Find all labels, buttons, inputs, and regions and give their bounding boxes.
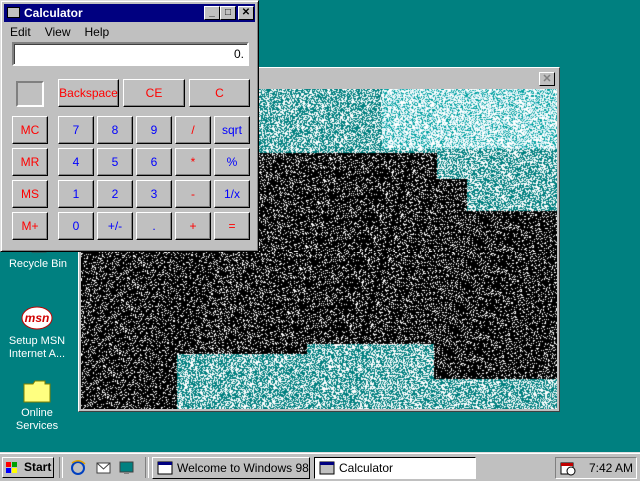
calculator-titlebar[interactable]: Calculator _ □ ✕ (4, 4, 255, 22)
scheduler-icon[interactable] (560, 460, 576, 476)
ms-button[interactable]: MS (12, 180, 48, 208)
window-title: Calculator (24, 6, 83, 20)
key-2[interactable]: 2 (97, 180, 133, 208)
window-icon (157, 461, 173, 475)
backspace-button[interactable]: Backspace (58, 79, 119, 107)
key-9[interactable]: 9 (136, 116, 172, 144)
start-label: Start (24, 460, 52, 474)
key-subtract[interactable]: - (175, 180, 211, 208)
m-plus-button[interactable]: M+ (12, 212, 48, 240)
task-calculator[interactable]: Calculator (314, 457, 476, 479)
key-decimal[interactable]: . (136, 212, 172, 240)
key-add[interactable]: + (175, 212, 211, 240)
key-negate[interactable]: +/- (97, 212, 133, 240)
desktop-icon-label: Online (21, 407, 53, 419)
internet-explorer-icon[interactable] (70, 459, 87, 476)
system-tray: 7:42 AM (555, 457, 637, 479)
menu-view[interactable]: View (45, 25, 71, 39)
key-reciprocal[interactable]: 1/x (214, 180, 250, 208)
desktop-icon-label: Internet A... (8, 348, 66, 360)
calculator-display: 0. (12, 42, 249, 66)
desktop-icon-label: Recycle Bin (8, 258, 68, 270)
task-label: Welcome to Windows 98 (177, 461, 309, 475)
maximize-button[interactable]: □ (220, 6, 236, 20)
clear-button[interactable]: C (189, 79, 250, 107)
clear-entry-button[interactable]: CE (123, 79, 185, 107)
task-welcome[interactable]: Welcome to Windows 98 (152, 457, 310, 479)
menu-help[interactable]: Help (84, 25, 109, 39)
separator (59, 457, 63, 478)
calculator-window[interactable]: Calculator _ □ ✕ Edit View Help 0. Backspa… (0, 0, 259, 252)
close-icon[interactable]: ✕ (539, 72, 555, 86)
calculator-icon (319, 461, 335, 475)
key-multiply[interactable]: * (175, 148, 211, 176)
key-percent[interactable]: % (214, 148, 250, 176)
key-7[interactable]: 7 (58, 116, 94, 144)
memory-indicator (16, 81, 44, 107)
desktop-icon-label: Setup MSN (8, 335, 66, 347)
key-sqrt[interactable]: sqrt (214, 116, 250, 144)
menu-edit[interactable]: Edit (10, 25, 31, 39)
separator (145, 457, 149, 478)
close-button[interactable]: ✕ (238, 6, 254, 20)
key-1[interactable]: 1 (58, 180, 94, 208)
mr-button[interactable]: MR (12, 148, 48, 176)
taskbar: Start Welcome to Windows 98 Calculator 7… (0, 452, 640, 481)
minimize-button[interactable]: _ (204, 6, 220, 20)
outlook-express-icon[interactable] (95, 459, 112, 476)
svg-text:msn: msn (25, 311, 50, 325)
key-5[interactable]: 5 (97, 148, 133, 176)
windows-logo-icon (6, 462, 17, 473)
key-4[interactable]: 4 (58, 148, 94, 176)
desktop-icon-setup-msn[interactable]: msn Setup MSN Internet A... (2, 303, 72, 361)
key-divide[interactable]: / (175, 116, 211, 144)
task-label: Calculator (339, 461, 394, 475)
key-equals[interactable]: = (214, 212, 250, 240)
desktop-icon-online-services[interactable]: Online Services (2, 377, 72, 433)
key-3[interactable]: 3 (136, 180, 172, 208)
mc-button[interactable]: MC (12, 116, 48, 144)
start-button[interactable]: Start (2, 457, 54, 478)
key-8[interactable]: 8 (97, 116, 133, 144)
clock[interactable]: 7:42 AM (589, 458, 633, 478)
desktop-icon-label: Services (15, 420, 59, 432)
key-0[interactable]: 0 (58, 212, 94, 240)
menu-bar: Edit View Help (5, 24, 118, 40)
calculator-icon (7, 7, 20, 18)
show-desktop-icon[interactable] (118, 459, 135, 476)
msn-icon: msn (21, 306, 53, 330)
folder-icon (23, 380, 51, 403)
key-6[interactable]: 6 (136, 148, 172, 176)
